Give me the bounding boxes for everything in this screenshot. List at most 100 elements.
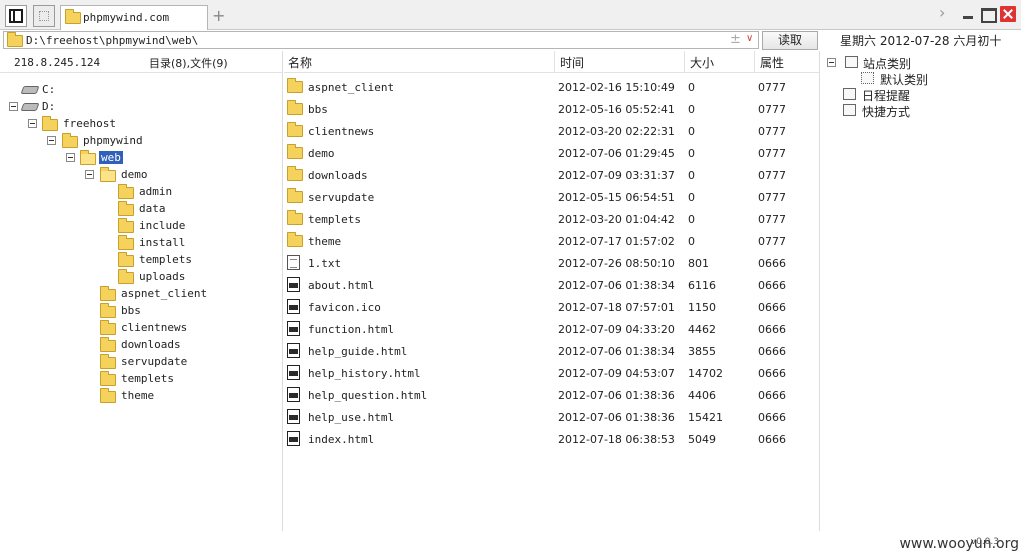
file-row[interactable]: downloads 2012-07-09 03:31:37 0 0777	[284, 164, 820, 186]
tree-node-demo[interactable]: demo	[0, 166, 283, 183]
tree-node-include[interactable]: include	[0, 217, 283, 234]
read-button[interactable]: 读取	[762, 31, 818, 50]
add-tab-button[interactable]: +	[212, 6, 225, 25]
chevron-down-icon[interactable]: ∨	[746, 33, 753, 44]
col-header-name[interactable]: 名称	[288, 54, 312, 71]
file-attr: 0666	[758, 367, 786, 380]
file-type-icon	[287, 232, 303, 248]
file-type-icon	[287, 100, 303, 116]
file-row[interactable]: about.html 2012-07-06 01:38:34 6116 0666	[284, 274, 820, 296]
file-time: 2012-07-09 04:33:20	[558, 323, 675, 336]
tree-node-servupdate[interactable]: servupdate	[0, 353, 283, 370]
folder-icon	[42, 116, 58, 131]
file-row[interactable]: index.html 2012-07-18 06:38:53 5049 0666	[284, 428, 820, 450]
file-row[interactable]: function.html 2012-07-09 04:33:20 4462 0666	[284, 318, 820, 340]
col-header-attr[interactable]: 属性	[760, 54, 784, 71]
file-size: 0	[688, 235, 695, 248]
file-row[interactable]: clientnews 2012-03-20 02:22:31 0 0777	[284, 120, 820, 142]
tree-node-aspnetclient[interactable]: aspnet_client	[0, 285, 283, 302]
file-attr: 0666	[758, 433, 786, 446]
tree-node-templets[interactable]: templets	[0, 370, 283, 387]
col-header-size[interactable]: 大小	[690, 54, 714, 71]
tab-phpmywind[interactable]: phpmywind.com	[60, 5, 208, 31]
folder-icon	[287, 210, 303, 225]
tree-node-data[interactable]: data	[0, 200, 283, 217]
file-row[interactable]: favicon.ico 2012-07-18 07:57:01 1150 0666	[284, 296, 820, 318]
chevron-right-icon[interactable]: ›	[939, 3, 955, 22]
tree-node-label: C:	[42, 83, 56, 96]
file-size: 0	[688, 169, 695, 182]
html-file-icon	[287, 343, 300, 358]
path-input[interactable]: D:\freehost\phpmywind\web\ ± ∨	[3, 31, 759, 49]
collapse-icon[interactable]	[9, 102, 18, 111]
close-button[interactable]	[1000, 6, 1016, 22]
tree-node-templets[interactable]: templets	[0, 251, 283, 268]
tree-node-c[interactable]: C:	[0, 81, 283, 98]
html-file-icon	[287, 277, 300, 292]
tree-node-bbs[interactable]: bbs	[0, 302, 283, 319]
tree-node-clientnews[interactable]: clientnews	[0, 319, 283, 336]
maximize-button[interactable]	[980, 6, 997, 23]
folder-icon	[7, 32, 23, 47]
tree-node-label: web	[99, 151, 123, 164]
file-row[interactable]: bbs 2012-05-16 05:52:41 0 0777	[284, 98, 820, 120]
folder-icon	[118, 235, 134, 250]
file-row[interactable]: help_question.html 2012-07-06 01:38:36 440…	[284, 384, 820, 406]
file-row[interactable]: help_use.html 2012-07-06 01:38:36 15421 066…	[284, 406, 820, 428]
file-name: about.html	[308, 279, 375, 292]
file-name: function.html	[308, 323, 395, 336]
folder-icon	[100, 286, 116, 301]
collapse-icon[interactable]	[85, 170, 94, 179]
blank-tab-button[interactable]	[33, 5, 55, 27]
tree-node-install[interactable]: install	[0, 234, 283, 251]
file-type-icon	[287, 188, 303, 204]
tree-node-admin[interactable]: admin	[0, 183, 283, 200]
file-row[interactable]: theme 2012-07-17 01:57:02 0 0777	[284, 230, 820, 252]
file-row[interactable]: templets 2012-03-20 01:04:42 0 0777	[284, 208, 820, 230]
file-attr: 0666	[758, 411, 786, 424]
file-size: 0	[688, 147, 695, 160]
tree-node-phpmywind[interactable]: phpmywind	[0, 132, 283, 149]
tree-node-theme[interactable]: theme	[0, 387, 283, 404]
tree-node-web[interactable]: web	[0, 149, 283, 166]
file-size: 0	[688, 213, 695, 226]
collapse-icon[interactable]	[47, 136, 56, 145]
collapse-icon[interactable]	[827, 58, 836, 67]
tree-node-label: clientnews	[121, 321, 188, 334]
collapse-icon[interactable]	[28, 119, 37, 128]
file-row[interactable]: servupdate 2012-05-15 06:54:51 0 0777	[284, 186, 820, 208]
folder-icon	[287, 78, 303, 93]
tree-node-d[interactable]: D:	[0, 98, 283, 115]
file-row[interactable]: help_history.html 2012-07-09 04:53:07 1470…	[284, 362, 820, 384]
collapse-icon[interactable]	[66, 153, 75, 162]
tree-node-uploads[interactable]: uploads	[0, 268, 283, 285]
sidebar-toggle-button[interactable]	[5, 5, 27, 27]
file-attr: 0666	[758, 279, 786, 292]
tree-node-downloads[interactable]: downloads	[0, 336, 283, 353]
folder-icon	[118, 201, 134, 216]
tree-node-label: D:	[42, 100, 56, 113]
plus-minus-icon[interactable]: ±	[730, 32, 741, 47]
category-icon	[861, 72, 874, 84]
folder-icon	[100, 354, 116, 369]
file-time: 2012-07-26 08:50:10	[558, 257, 675, 270]
file-attr: 0777	[758, 235, 786, 248]
minimize-button[interactable]	[961, 6, 977, 22]
file-time: 2012-05-16 05:52:41	[558, 103, 675, 116]
file-row[interactable]: help_guide.html 2012-07-06 01:38:34 3855 06…	[284, 340, 820, 362]
file-list-panel: 名称 时间 大小 属性 aspnet_client 2012-02-16 15:1…	[284, 51, 820, 531]
file-attr: 0777	[758, 147, 786, 160]
file-row[interactable]: 1.txt 2012-07-26 08:50:10 801 0666	[284, 252, 820, 274]
file-size: 4462	[688, 323, 716, 336]
file-name: clientnews	[308, 125, 375, 138]
text-file-icon	[287, 255, 300, 270]
tree-node-freehost[interactable]: freehost	[0, 115, 283, 132]
file-row[interactable]: demo 2012-07-06 01:29:45 0 0777	[284, 142, 820, 164]
file-type-icon	[287, 78, 303, 94]
folder-icon	[65, 9, 81, 24]
html-file-icon	[287, 299, 300, 314]
file-attr: 0777	[758, 125, 786, 138]
col-header-time[interactable]: 时间	[560, 54, 584, 71]
file-time: 2012-07-09 04:53:07	[558, 367, 675, 380]
file-row[interactable]: aspnet_client 2012-02-16 15:10:49 0 0777	[284, 76, 820, 98]
